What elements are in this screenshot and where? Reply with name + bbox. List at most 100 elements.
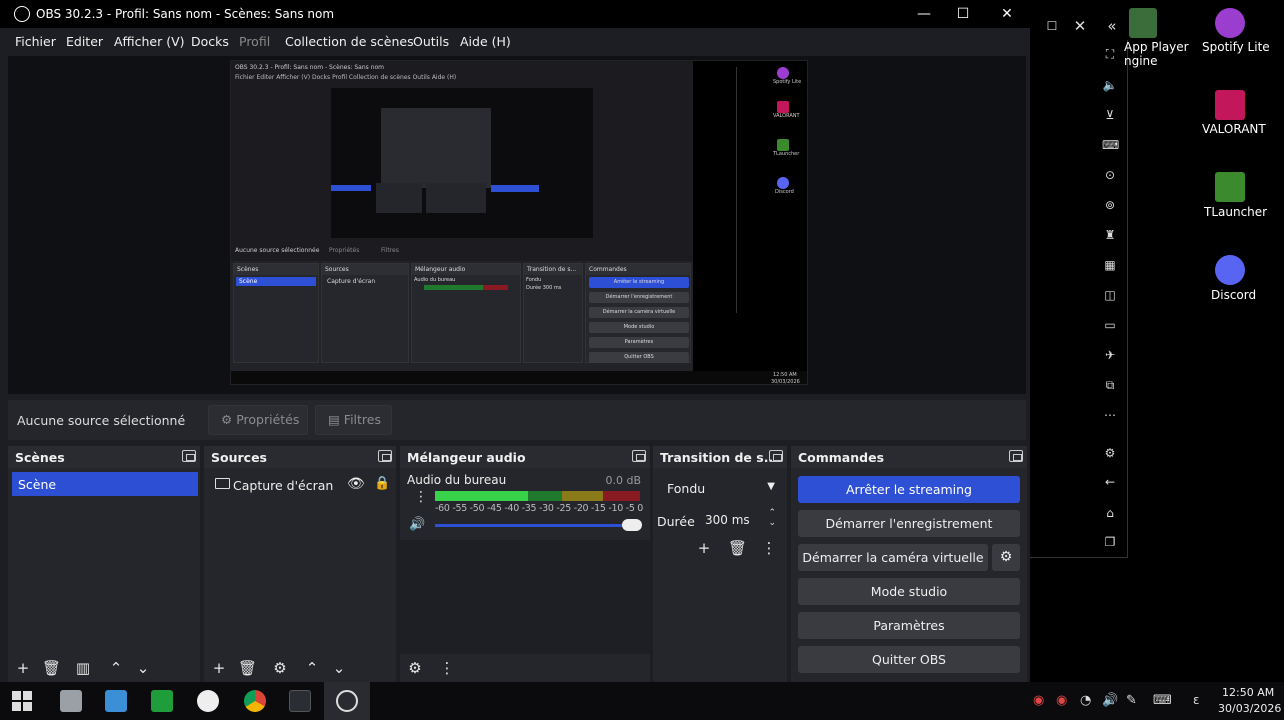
quit-obs-button[interactable]: Quitter OBS xyxy=(798,646,1020,673)
menu-profil[interactable]: Profil xyxy=(239,34,270,49)
stop-streaming-button[interactable]: Arrêter le streaming xyxy=(798,476,1020,503)
studio-mode-button[interactable]: Mode studio xyxy=(798,578,1020,605)
maximize-button[interactable]: ☐ xyxy=(953,4,973,24)
install-apk-icon[interactable]: ⊻ xyxy=(1102,107,1118,123)
input-language[interactable]: ε xyxy=(1193,693,1200,707)
volume-icon[interactable]: 🔈 xyxy=(1102,77,1118,93)
volume-slider-handle[interactable] xyxy=(622,519,642,531)
app-icon[interactable] xyxy=(151,690,173,712)
obs-taskbar-active[interactable] xyxy=(324,682,370,720)
airplane-icon[interactable]: ✈ xyxy=(1102,347,1118,363)
gamepad-icon[interactable]: ♜ xyxy=(1102,227,1118,243)
spin-down-icon[interactable]: ⌄ xyxy=(768,518,776,528)
virtual-camera-settings-gear-icon[interactable]: ⚙ xyxy=(992,544,1020,571)
minimize-button[interactable]: — xyxy=(914,4,934,24)
duration-spinbox[interactable]: 300 ms ⌃ ⌄ xyxy=(698,508,784,532)
menu-editer[interactable]: Editer xyxy=(66,34,103,49)
add-icon[interactable]: + xyxy=(695,539,713,557)
trash-icon[interactable]: 🗑 xyxy=(42,659,61,677)
obs-logo-icon xyxy=(14,6,30,22)
tray-riot-icon[interactable]: ◉ xyxy=(1056,693,1067,708)
screenshot-icon[interactable]: ◫ xyxy=(1102,287,1118,303)
collapse-icon[interactable]: « xyxy=(1104,18,1120,34)
start-tile xyxy=(23,691,32,700)
bluestacks-icon[interactable] xyxy=(289,690,311,712)
app-player-icon[interactable] xyxy=(1129,8,1157,38)
taskbar-time[interactable]: 12:50 AM xyxy=(1222,686,1274,699)
menu-fichier[interactable]: Fichier xyxy=(15,34,56,49)
clock-app-icon[interactable] xyxy=(197,690,219,712)
menu-collection-scenes[interactable]: Collection de scènes xyxy=(285,34,414,49)
network-icon[interactable]: ◔ xyxy=(1080,693,1091,708)
transition-type-select[interactable]: Fondu ▼ xyxy=(658,477,784,501)
undock-icon[interactable] xyxy=(632,450,646,462)
move-down-icon[interactable]: ⌄ xyxy=(134,659,152,677)
add-icon[interactable]: + xyxy=(210,659,228,677)
add-icon[interactable]: + xyxy=(14,659,32,677)
filters-button[interactable]: ▤ Filtres xyxy=(315,405,392,435)
close-icon[interactable]: ✕ xyxy=(1072,18,1088,34)
undock-icon[interactable] xyxy=(1009,450,1023,462)
recent-apps-icon[interactable]: ❐ xyxy=(1102,534,1118,550)
preview-canvas[interactable]: OBS 30.2.3 - Profil: Sans nom - Scènes: … xyxy=(230,60,808,385)
menu-aide[interactable]: Aide (H) xyxy=(460,34,511,49)
more-icon[interactable]: ⋯ xyxy=(1102,407,1118,423)
start-virtual-camera-button[interactable]: Démarrer la caméra virtuelle xyxy=(798,544,988,571)
undock-icon[interactable] xyxy=(769,450,783,462)
store-icon[interactable] xyxy=(105,690,127,712)
trash-icon[interactable]: 🗑 xyxy=(238,659,257,677)
start-recording-button[interactable]: Démarrer l'enregistrement xyxy=(798,510,1020,537)
spotify-lite-icon[interactable] xyxy=(1215,8,1245,38)
gear-icon[interactable]: ⚙ xyxy=(1102,445,1118,461)
file-explorer-icon[interactable] xyxy=(60,690,82,712)
scene-item[interactable]: Scène xyxy=(12,472,198,496)
filter-icon[interactable]: ▥ xyxy=(74,659,92,677)
eye-icon[interactable]: 👁 xyxy=(347,476,365,492)
preview-nested-panel xyxy=(426,183,486,213)
move-down-icon[interactable]: ⌄ xyxy=(330,659,348,677)
back-icon[interactable]: ← xyxy=(1102,474,1118,490)
record-icon[interactable]: ⊙ xyxy=(1102,167,1118,183)
more-icon[interactable]: ⋮ xyxy=(760,539,778,557)
move-up-icon[interactable]: ⌃ xyxy=(107,659,125,677)
volume-icon[interactable]: 🔊 xyxy=(1102,693,1118,708)
fullscreen-icon[interactable]: ⛶ xyxy=(1102,46,1118,62)
menu-afficher[interactable]: Afficher (V) xyxy=(114,34,185,49)
rotate-icon[interactable]: ⧉ xyxy=(1102,377,1118,393)
macro-icon[interactable]: ⊚ xyxy=(1102,197,1118,213)
close-button[interactable]: ✕ xyxy=(997,4,1017,24)
preview-date: 30/03/2026 xyxy=(771,379,800,385)
discord-icon[interactable] xyxy=(1215,255,1245,285)
tray-valorant-icon[interactable]: ◉ xyxy=(1033,693,1044,708)
multi-instance-icon[interactable]: ▦ xyxy=(1102,257,1118,273)
valorant-icon[interactable] xyxy=(1215,90,1245,120)
trash-icon[interactable]: 🗑 xyxy=(728,539,747,557)
windows-start-icon[interactable] xyxy=(12,691,32,711)
more-icon[interactable]: ⋮ xyxy=(438,659,456,677)
source-item[interactable]: Capture d'écran 👁 🔒 xyxy=(209,474,390,498)
taskbar-date[interactable]: 30/03/2026 xyxy=(1218,702,1281,715)
spin-up-icon[interactable]: ⌃ xyxy=(768,508,776,518)
menu-outils[interactable]: Outils xyxy=(413,34,449,49)
preview-area[interactable]: OBS 30.2.3 - Profil: Sans nom - Scènes: … xyxy=(8,56,1026,394)
menu-docks[interactable]: Docks xyxy=(191,34,229,49)
speaker-icon[interactable]: 🔊 xyxy=(409,517,425,532)
tlauncher-icon[interactable] xyxy=(1215,172,1245,202)
gear-icon[interactable]: ⚙ xyxy=(271,659,289,677)
more-icon[interactable]: ⋮ xyxy=(414,489,428,505)
chrome-icon[interactable] xyxy=(244,690,266,712)
pen-icon[interactable]: ✎ xyxy=(1126,693,1137,708)
lock-icon[interactable]: 🔒 xyxy=(374,476,390,491)
undock-icon[interactable] xyxy=(378,450,392,462)
home-icon[interactable]: ⌂ xyxy=(1102,505,1118,521)
keyboard-icon[interactable]: ⌨ xyxy=(1153,693,1172,708)
folder-icon[interactable]: ▭ xyxy=(1102,317,1118,333)
undock-icon[interactable] xyxy=(182,450,196,462)
restore-icon[interactable]: ☐ xyxy=(1044,18,1060,34)
move-up-icon[interactable]: ⌃ xyxy=(303,659,321,677)
properties-button[interactable]: ⚙ Propriétés xyxy=(208,405,308,435)
keyboard-icon[interactable]: ⌨ xyxy=(1102,137,1119,153)
volume-slider-track[interactable] xyxy=(435,524,640,527)
advanced-audio-gear-icon[interactable]: ⚙ xyxy=(406,659,424,677)
settings-button[interactable]: Paramètres xyxy=(798,612,1020,639)
